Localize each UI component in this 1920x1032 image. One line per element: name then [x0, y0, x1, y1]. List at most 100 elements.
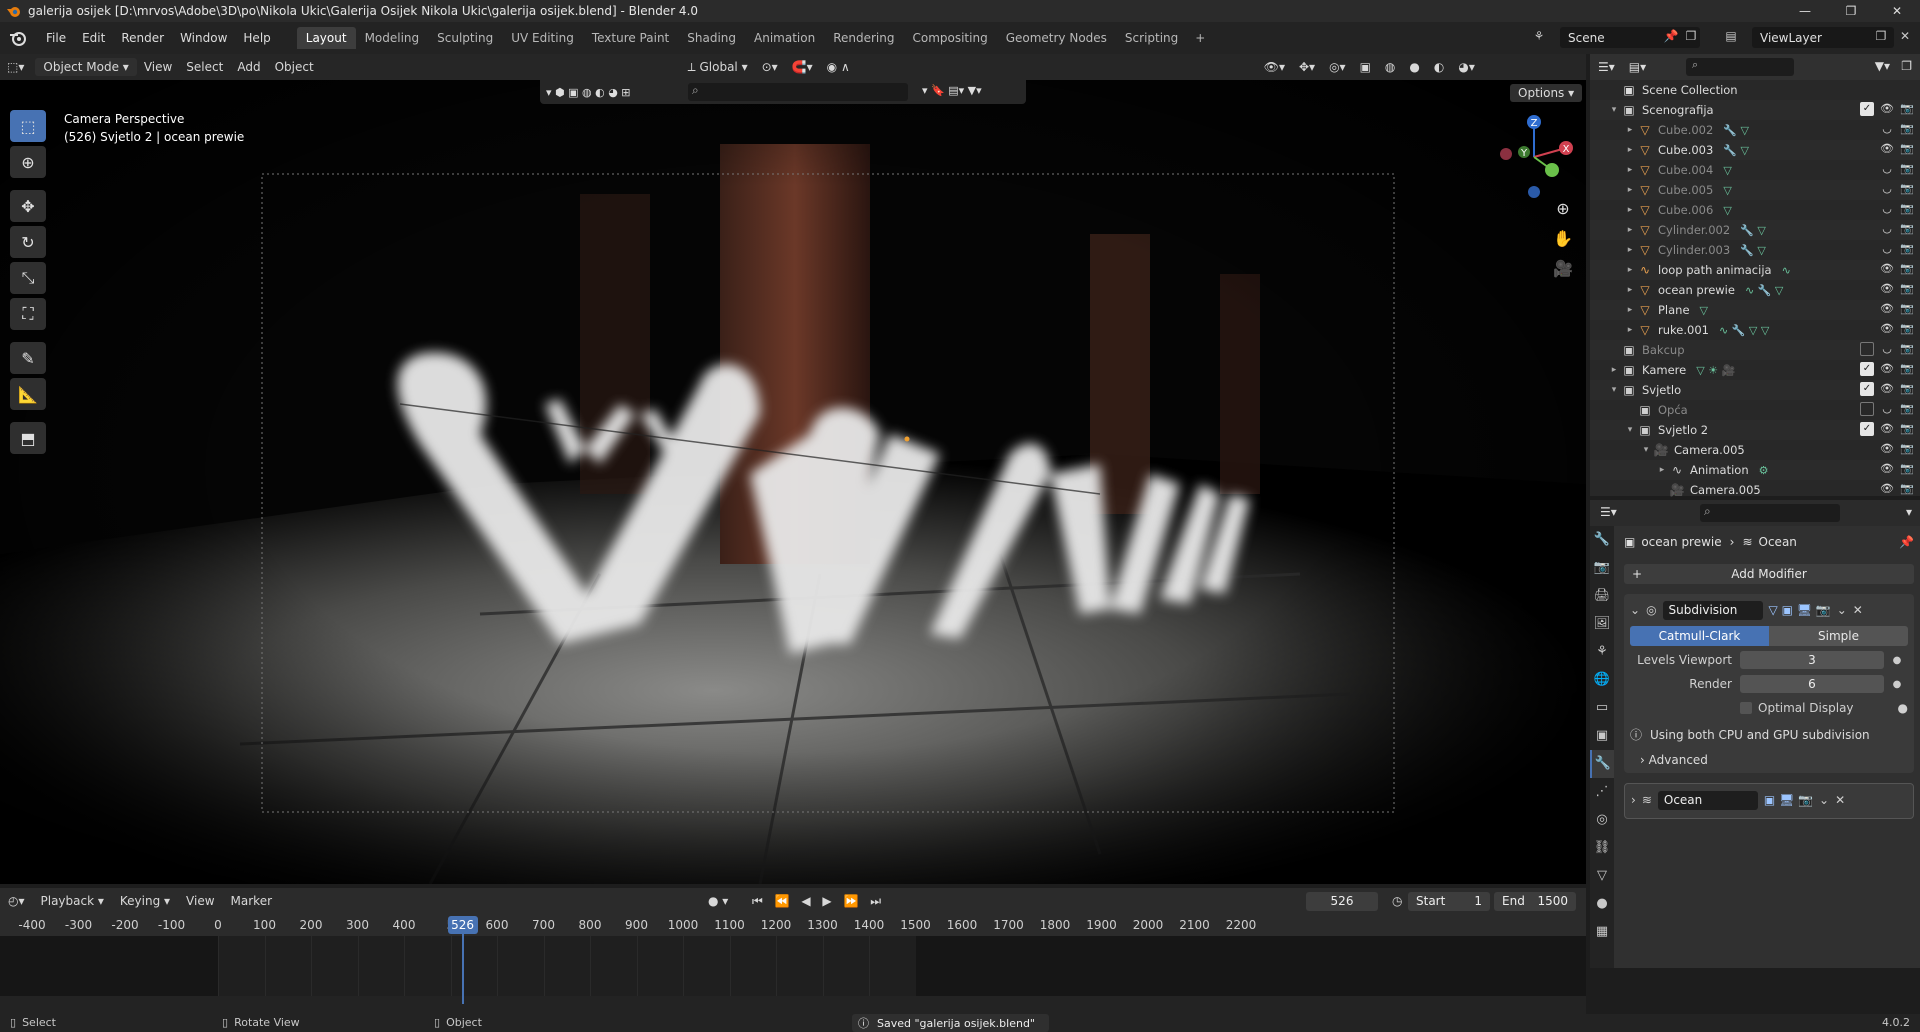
timeline-ruler[interactable]: -400-300-200-100010020030040056007008009… — [0, 914, 1586, 936]
outliner-row[interactable]: ▾ 🎥 Camera.005 👁 📷 — [1590, 440, 1920, 460]
filter-icon[interactable]: ▼▾ — [1875, 59, 1890, 73]
render-toggle-icon[interactable]: 📷 — [1900, 102, 1914, 116]
eye-icon[interactable]: 👁 — [1880, 382, 1894, 396]
outliner-modifier-icons[interactable]: ∿ 🔧 ▽ — [1745, 284, 1783, 297]
outliner-row[interactable]: ▾ ▣ Svjetlo 2 ✓ 👁 📷 — [1590, 420, 1920, 440]
catmull-clark-option[interactable]: Catmull-Clark — [1630, 626, 1769, 646]
render-toggle-icon[interactable]: 📷 — [1900, 482, 1914, 496]
outliner-modifier-icons[interactable]: ▽ — [1723, 184, 1731, 197]
object-menu[interactable]: Object — [268, 57, 321, 77]
menu-help[interactable]: Help — [235, 31, 278, 45]
exclude-checkbox[interactable]: ✓ — [1860, 422, 1874, 436]
current-frame-field[interactable]: 526 — [1306, 892, 1378, 911]
expand-toggle-icon[interactable]: ▸ — [1624, 205, 1636, 215]
pan-hand-icon[interactable]: ✋ — [1550, 226, 1576, 252]
keyframe-dot-icon[interactable]: ● — [1890, 655, 1904, 666]
add-modifier-button[interactable]: + Add Modifier — [1624, 564, 1914, 584]
viewport-search-field[interactable]: ⌕ — [688, 83, 908, 101]
marker-menu[interactable]: Marker — [223, 894, 280, 908]
render-toggle-icon[interactable]: 📷 — [1900, 182, 1914, 196]
keyframe-dot-icon[interactable]: ● — [1898, 701, 1908, 715]
expand-toggle-icon[interactable]: ▾ — [1608, 105, 1620, 115]
expand-toggle-icon[interactable]: ▸ — [1624, 225, 1636, 235]
modifier-tab-icon[interactable]: 🔧 — [1590, 750, 1614, 778]
camera-view-icon[interactable]: 🎥 — [1550, 256, 1576, 282]
annotate-tool[interactable]: ✎ — [10, 342, 46, 374]
exclude-checkbox[interactable]: ✓ — [1860, 362, 1874, 376]
eye-icon[interactable]: 👁 — [1880, 302, 1894, 316]
expand-toggle-icon[interactable]: ▸ — [1624, 145, 1636, 155]
timeline-editor-icon[interactable]: ◴▾ — [0, 894, 33, 908]
outliner-modifier-icons[interactable]: ▽ — [1723, 164, 1731, 177]
outliner-row[interactable]: 🎥 Camera.005 👁 📷 — [1590, 480, 1920, 500]
outliner-row[interactable]: ▸ ▽ Cylinder.002 🔧 ▽ ◡ 📷 — [1590, 220, 1920, 240]
properties-options-icon[interactable]: ▾ — [1906, 505, 1912, 519]
shading-rendered-icon[interactable]: ◕▾ — [1451, 57, 1482, 77]
scale-tool[interactable]: ⤡ — [10, 262, 46, 294]
output-tab-icon[interactable]: 🖨 — [1590, 582, 1614, 610]
expand-toggle-icon[interactable]: ▸ — [1624, 265, 1636, 275]
eye-closed-icon[interactable]: ◡ — [1880, 402, 1894, 416]
playback-menu[interactable]: Playback ▾ — [33, 894, 112, 908]
workspace-tab-scripting[interactable]: Scripting — [1116, 27, 1187, 49]
view-menu[interactable]: View — [137, 57, 179, 77]
eye-closed-icon[interactable]: ◡ — [1880, 222, 1894, 236]
expand-toggle-icon[interactable]: ▸ — [1624, 165, 1636, 175]
playback-controls[interactable]: ⏮ ⏪ ◀ ▶ ⏩ ⏭ — [744, 894, 893, 909]
shading-solid-icon[interactable]: ● — [1402, 57, 1426, 77]
subheader-tool-icons[interactable]: ▾ ⬢ ▣ ◍ ◐ ◕ ⊞ — [546, 86, 631, 99]
workspace-tab-rendering[interactable]: Rendering — [824, 27, 903, 49]
workspace-tab-texture-paint[interactable]: Texture Paint — [583, 27, 678, 49]
outliner-row[interactable]: ▾ ▣ Scenografija ✓ 👁 📷 — [1590, 100, 1920, 120]
eye-closed-icon[interactable]: ◡ — [1880, 182, 1894, 196]
expand-toggle-icon[interactable]: ▸ — [1656, 465, 1668, 475]
move-tool[interactable]: ✥ — [10, 190, 46, 222]
proportional-edit-icon[interactable]: ◉ ∧ — [820, 57, 857, 77]
expand-toggle-icon[interactable]: ▸ — [1608, 365, 1620, 375]
playhead-frame-indicator[interactable]: 526 — [447, 916, 478, 934]
navigation-gizmo[interactable]: Z X Y — [1494, 112, 1584, 202]
display-mode-icon[interactable]: ▤▾ — [1629, 60, 1646, 74]
eye-icon[interactable]: 👁 — [1880, 142, 1894, 156]
outliner-row[interactable]: ▸ ▽ Cube.004 ▽ ◡ 📷 — [1590, 160, 1920, 180]
remove-viewlayer-icon[interactable]: ✕ — [1896, 29, 1914, 46]
add-workspace-button[interactable]: + — [1187, 27, 1213, 49]
keyframe-dot-icon[interactable]: ● — [1890, 679, 1904, 690]
render-toggle-icon[interactable]: 📷 — [1900, 142, 1914, 156]
options-dropdown[interactable]: Options ▾ — [1510, 84, 1583, 102]
eye-icon[interactable]: 👁 — [1880, 422, 1894, 436]
render-toggle-icon[interactable]: 📷 — [1900, 282, 1914, 296]
expand-toggle-icon[interactable]: ▸ — [1624, 245, 1636, 255]
filter-icons[interactable]: ▾ 🔖 ▤▾ ▼▾ — [922, 84, 982, 97]
transform-tool[interactable]: ⛶ — [10, 298, 46, 330]
outliner-row[interactable]: ▸ ▽ Cube.006 ▽ ◡ 📷 — [1590, 200, 1920, 220]
select-box-tool[interactable]: ⬚ — [10, 110, 46, 142]
eye-icon[interactable]: 👁 — [1880, 442, 1894, 456]
camera-render-view[interactable] — [0, 54, 1586, 884]
outliner-row[interactable]: ▸ ▽ ocean prewie ∿ 🔧 ▽ 👁 📷 — [1590, 280, 1920, 300]
new-viewlayer-icon[interactable]: ❐ — [1872, 29, 1890, 46]
transform-orientation-dropdown[interactable]: ⟂ Global ▾ — [681, 57, 755, 78]
physics-tab-icon[interactable]: ◎ — [1590, 806, 1614, 834]
editor-type-icon[interactable]: ⬚▾ — [0, 57, 31, 77]
levels-viewport-field[interactable]: 3 — [1740, 651, 1884, 669]
outliner-modifier-icons[interactable]: 🔧 ▽ — [1740, 224, 1766, 237]
workspace-tab-compositing[interactable]: Compositing — [903, 27, 996, 49]
scene-icon[interactable]: ⚘ — [1530, 29, 1548, 46]
outliner-scene-collection[interactable]: ▣ Scene Collection — [1590, 80, 1920, 100]
outliner-modifier-icons[interactable]: 🔧 ▽ — [1723, 124, 1749, 137]
eye-icon[interactable]: 👁 — [1880, 362, 1894, 376]
eye-icon[interactable]: 👁 — [1880, 322, 1894, 336]
eye-closed-icon[interactable]: ◡ — [1880, 202, 1894, 216]
outliner-modifier-icons[interactable]: 🔧 ▽ — [1740, 244, 1766, 257]
add-cube-tool[interactable]: ⬒ — [10, 422, 46, 454]
eye-icon[interactable]: 👁 — [1880, 102, 1894, 116]
render-toggle-icon[interactable]: 📷 — [1900, 362, 1914, 376]
exclude-checkbox[interactable] — [1860, 342, 1874, 356]
outliner-modifier-icons[interactable]: 🔧 ▽ — [1723, 144, 1749, 157]
render-toggle-icon[interactable]: 📷 — [1900, 262, 1914, 276]
world-tab-icon[interactable]: 🌐 — [1590, 666, 1614, 694]
workspace-tab-layout[interactable]: Layout — [296, 27, 356, 49]
workspace-tab-modeling[interactable]: Modeling — [356, 27, 429, 49]
close-button[interactable]: ✕ — [1874, 0, 1920, 22]
